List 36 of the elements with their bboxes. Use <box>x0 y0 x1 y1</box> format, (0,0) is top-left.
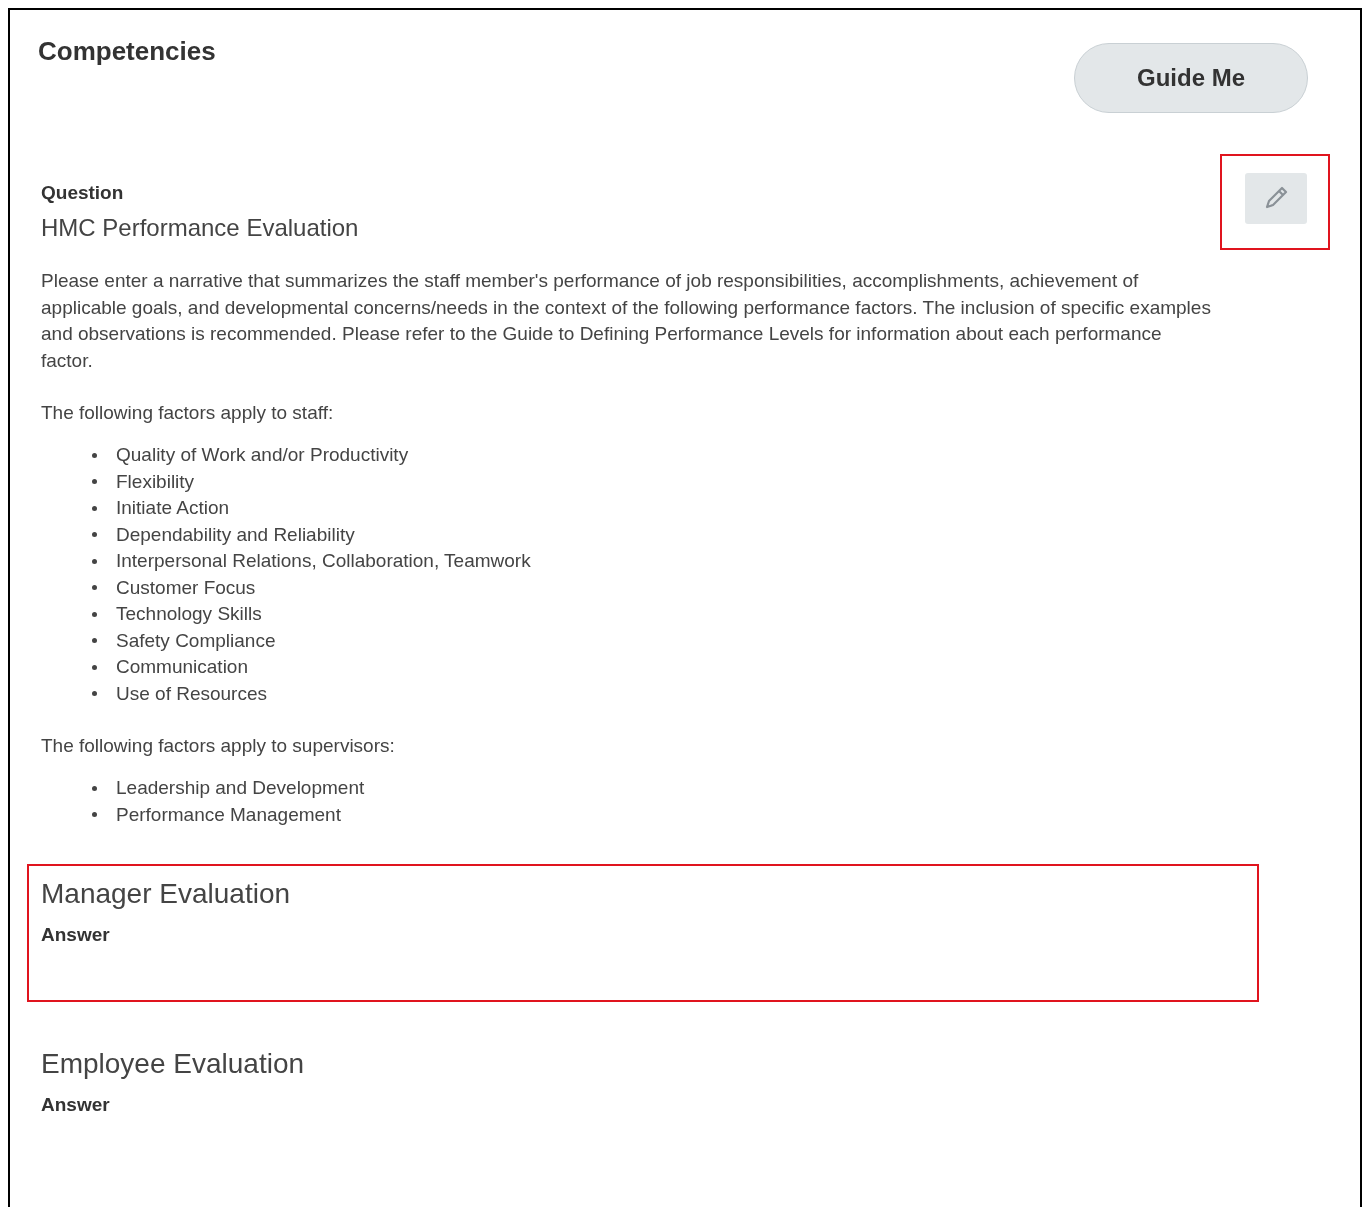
bullet-icon <box>92 691 97 697</box>
question-title: HMC Performance Evaluation <box>41 214 359 242</box>
list-item: Communication <box>116 656 248 679</box>
question-label: Question <box>41 182 124 204</box>
bullet-icon <box>92 505 97 511</box>
bullet-icon <box>92 812 97 818</box>
list-item: Performance Management <box>116 803 341 826</box>
bullet-icon <box>92 558 97 564</box>
list-item: Initiate Action <box>116 497 230 520</box>
list-item: Quality of Work and/or Productivity <box>116 444 409 467</box>
answer-label: Answer <box>41 1094 110 1116</box>
bullet-icon <box>92 479 97 485</box>
bullet-icon <box>92 664 97 670</box>
bullet-icon <box>92 532 97 538</box>
answer-label: Answer <box>41 924 110 946</box>
bullet-icon <box>92 611 97 617</box>
list-item: Leadership and Development <box>116 777 365 800</box>
instructions-paragraph: Please enter a narrative that summarizes the staff member's performance of job responsibilities, accomplishments, achievement of applicable goals, and developmental concerns/needs in the context of the following performance factors. The inclusion of specific examples and observations is recommended. Please refer to the Guide to Defining Performance Levels for information about each performance factor. <box>41 269 1212 373</box>
page-title: Competencies <box>38 36 216 67</box>
list-item: Technology Skills <box>116 603 262 626</box>
list-heading: The following factors apply to supervisors: <box>41 735 395 757</box>
bullet-icon <box>92 585 97 591</box>
section-title: Manager Evaluation <box>41 878 291 910</box>
bullet-icon <box>92 785 97 791</box>
list-item: Use of Resources <box>116 682 267 705</box>
guide-me-button[interactable]: Guide Me <box>1074 43 1308 113</box>
list-item: Interpersonal Relations, Collaboration, Teamwork <box>116 550 531 573</box>
list-item: Dependability and Reliability <box>116 523 355 546</box>
bullet-icon <box>92 638 97 644</box>
list-heading: The following factors apply to staff: <box>41 402 334 424</box>
section-title: Employee Evaluation <box>41 1048 305 1080</box>
edit-button[interactable] <box>1245 172 1307 224</box>
list-item: Customer Focus <box>116 576 256 599</box>
bullet-icon <box>92 452 97 458</box>
list-item: Safety Compliance <box>116 629 276 652</box>
list-item: Flexibility <box>116 470 195 493</box>
